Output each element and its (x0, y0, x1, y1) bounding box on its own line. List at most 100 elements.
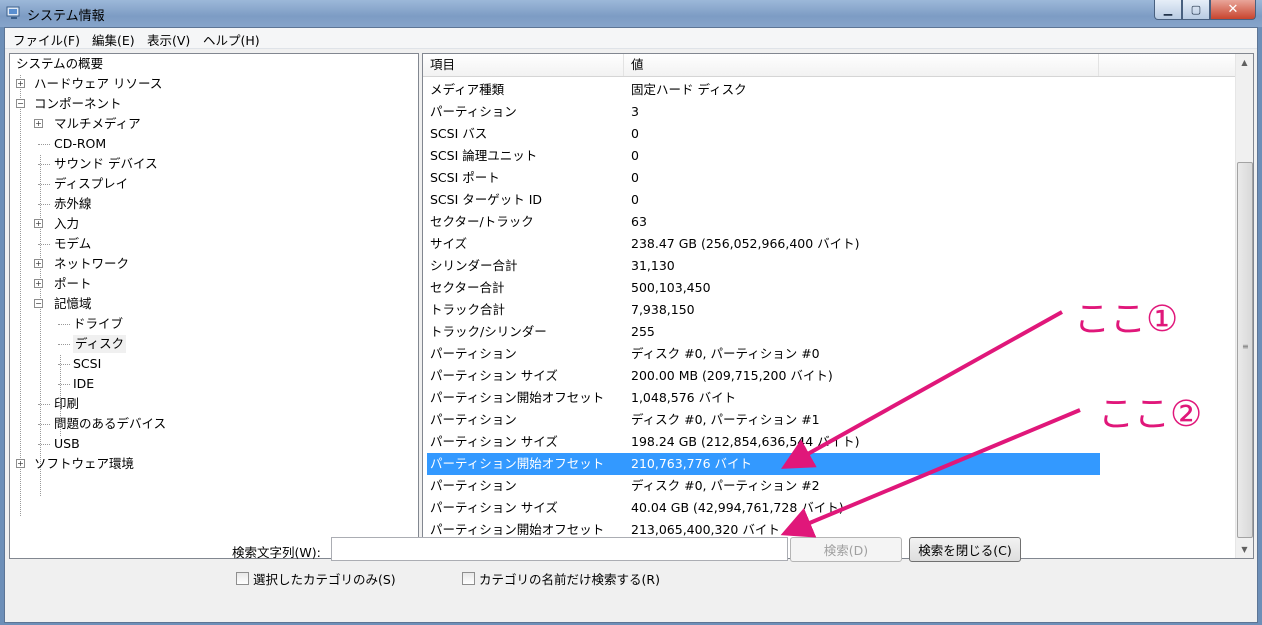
row-value-cell: 固定ハード ディスク (631, 82, 747, 97)
tree-item[interactable]: 赤外線 (54, 195, 92, 213)
row-value-cell: 238.47 GB (256,052,966,400 バイト) (631, 236, 860, 251)
tree-item[interactable]: システムの概要 (16, 55, 103, 73)
menu-view[interactable]: 表示(V) (147, 30, 190, 49)
expand-icon[interactable]: + (34, 119, 43, 128)
row-item-cell: セクター合計 (430, 280, 505, 295)
tree-item[interactable]: ネットワーク (54, 255, 129, 273)
vertical-scrollbar[interactable]: ▲ ≡ ▼ (1235, 54, 1253, 558)
tree-item[interactable]: 記憶域 (54, 295, 92, 313)
table-row[interactable]: パーティション サイズ 40.04 GB (42,994,761,728 バイト) (427, 497, 1100, 519)
table-row[interactable]: サイズ 238.47 GB (256,052,966,400 バイト) (427, 233, 1100, 255)
table-row[interactable]: SCSI ターゲット ID 0 (427, 189, 1100, 211)
table-row[interactable]: パーティション サイズ 198.24 GB (212,854,636,544 バイ… (427, 431, 1100, 453)
table-row[interactable]: パーティション ディスク #0, パーティション #0 (427, 343, 1100, 365)
tree-connector (58, 324, 70, 325)
search-label: 検索文字列(W): (232, 545, 321, 560)
checkbox-box[interactable] (462, 572, 475, 585)
collapse-icon[interactable]: − (16, 99, 25, 108)
annotation-label-1: ここ① (1074, 299, 1179, 340)
row-item-cell: SCSI 論理ユニット (430, 148, 538, 163)
column-header-value[interactable]: 値 (624, 54, 1099, 76)
category-names-only-checkbox[interactable]: カテゴリの名前だけ検索する(R) (462, 569, 660, 588)
expand-icon[interactable]: + (34, 219, 43, 228)
find-button[interactable]: 検索(D) (790, 537, 902, 562)
scroll-down-icon[interactable]: ▼ (1236, 541, 1253, 558)
table-row[interactable]: SCSI バス 0 (427, 123, 1100, 145)
row-value-cell: 0 (631, 126, 639, 141)
row-item-cell: パーティション (430, 412, 517, 427)
tree-item[interactable]: ハードウェア リソース (34, 75, 162, 93)
collapse-icon[interactable]: − (34, 299, 43, 308)
table-row[interactable]: シリンダー合計 31,130 (427, 255, 1100, 277)
checkbox-box[interactable] (236, 572, 249, 585)
tree-item[interactable]: サウンド デバイス (54, 155, 158, 173)
tree-item[interactable]: 印刷 (54, 395, 79, 413)
system-info-icon (6, 6, 20, 19)
tree-connector (38, 444, 50, 445)
search-input[interactable] (331, 537, 788, 561)
tree-item[interactable]: USB (54, 435, 80, 453)
expand-icon[interactable]: + (16, 459, 25, 468)
close-button[interactable]: ✕ (1210, 0, 1256, 20)
category-tree[interactable]: システムの概要 + ハードウェア リソース − コンポーネント + マルチメディア CD-RO… (9, 53, 419, 559)
tree-item[interactable]: コンポーネント (34, 95, 122, 113)
menu-edit[interactable]: 編集(E) (92, 30, 135, 49)
menu-file[interactable]: ファイル(F) (13, 30, 80, 49)
table-row[interactable]: SCSI ポート 0 (427, 167, 1100, 189)
table-row[interactable]: パーティション ディスク #0, パーティション #1 (427, 409, 1100, 431)
table-row[interactable]: トラック/シリンダー 255 (427, 321, 1100, 343)
expand-icon[interactable]: + (16, 79, 25, 88)
row-item-cell: パーティション サイズ (430, 434, 558, 449)
table-row[interactable]: メディア種類 固定ハード ディスク (427, 79, 1100, 101)
list-header: 項目 値 (423, 54, 1235, 77)
scroll-up-icon[interactable]: ▲ (1236, 54, 1253, 71)
close-icon: ✕ (1227, 2, 1239, 17)
close-find-button[interactable]: 検索を閉じる(C) (909, 537, 1021, 562)
row-value-cell: 63 (631, 214, 647, 229)
tree-item[interactable]: CD-ROM (54, 135, 106, 153)
maximize-button[interactable]: ▢ (1182, 0, 1210, 20)
tree-item[interactable]: ポート (54, 275, 92, 293)
row-value-cell: ディスク #0, パーティション #2 (631, 478, 820, 493)
row-value-cell: 0 (631, 170, 639, 185)
tree-connector (38, 204, 50, 205)
row-value-cell: 200.00 MB (209,715,200 バイト) (631, 368, 833, 383)
tree-item[interactable]: IDE (73, 375, 94, 393)
minimize-button[interactable]: ▁ (1154, 0, 1182, 20)
row-item-cell: シリンダー合計 (430, 258, 518, 273)
row-value-cell: 500,103,450 (631, 280, 711, 295)
expand-icon[interactable]: + (34, 279, 43, 288)
table-row[interactable]: セクター/トラック 63 (427, 211, 1100, 233)
tree-item[interactable]: ディスプレイ (54, 175, 128, 193)
table-row[interactable]: パーティション開始オフセット 1,048,576 バイト (427, 387, 1100, 409)
tree-item[interactable]: 入力 (54, 215, 79, 233)
table-row[interactable]: パーティション 3 (427, 101, 1100, 123)
checkbox-label: 選択したカテゴリのみ(S) (253, 572, 396, 587)
table-row[interactable]: パーティション開始オフセット 210,763,776 バイト (427, 453, 1100, 475)
selected-category-only-checkbox[interactable]: 選択したカテゴリのみ(S) (236, 569, 396, 588)
table-row[interactable]: セクター合計 500,103,450 (427, 277, 1100, 299)
table-row[interactable]: トラック合計 7,938,150 (427, 299, 1100, 321)
tree-item[interactable]: 問題のあるデバイス (54, 415, 166, 433)
row-item-cell: メディア種類 (430, 82, 505, 97)
tree-item[interactable]: SCSI (73, 355, 101, 373)
table-row[interactable]: パーティション ディスク #0, パーティション #2 (427, 475, 1100, 497)
table-row[interactable]: SCSI 論理ユニット 0 (427, 145, 1100, 167)
menu-help[interactable]: ヘルプ(H) (203, 30, 260, 49)
tree-item[interactable]: ソフトウェア環境 (34, 455, 134, 473)
row-item-cell: SCSI ポート (430, 170, 500, 185)
scroll-thumb[interactable]: ≡ (1237, 162, 1253, 538)
row-value-cell: 198.24 GB (212,854,636,544 バイト) (631, 434, 860, 449)
tree-connector (58, 384, 70, 385)
tree-item[interactable]: ドライブ (73, 315, 123, 333)
expand-icon[interactable]: + (34, 259, 43, 268)
tree-item[interactable]: ディスク (73, 335, 127, 353)
tree-guide-line (20, 75, 21, 516)
row-item-cell: サイズ (430, 236, 468, 251)
row-item-cell: パーティション開始オフセット (430, 390, 605, 405)
row-value-cell: 1,048,576 バイト (631, 390, 737, 405)
column-header-item[interactable]: 項目 (423, 54, 624, 76)
tree-item[interactable]: マルチメディア (54, 115, 141, 133)
tree-item[interactable]: モデム (54, 235, 91, 253)
table-row[interactable]: パーティション サイズ 200.00 MB (209,715,200 バイト) (427, 365, 1100, 387)
